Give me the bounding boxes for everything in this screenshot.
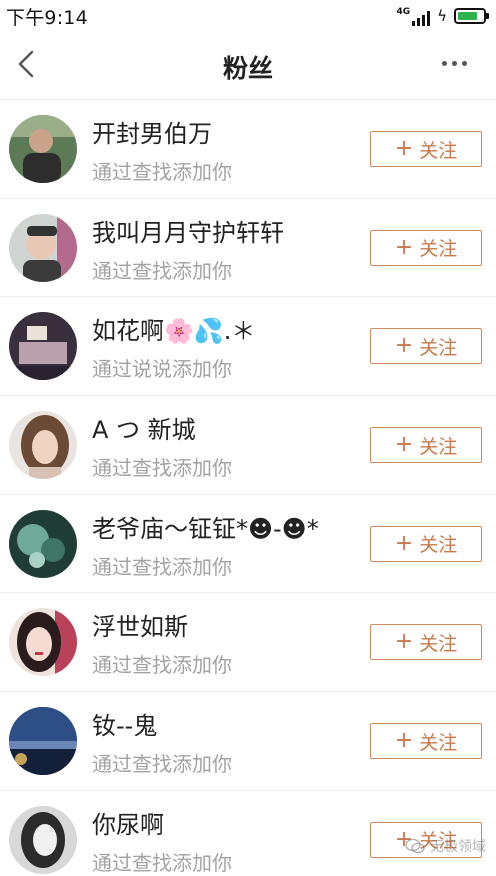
avatar[interactable] [9,411,77,480]
follower-name: 你尿啊 [92,810,164,839]
signal-icon [412,10,431,26]
watermark-text: 无极领域 [430,839,486,855]
follow-label: 关注 [419,139,458,162]
follow-button[interactable]: + 关注 [370,624,482,661]
more-dot [451,60,457,66]
avatar[interactable] [9,509,77,578]
list-item[interactable]: 浮世如斯 通过查找添加你 + 关注 [0,593,496,693]
follower-source: 通过查找添加你 [92,850,232,875]
follower-name: 老爷庙～钲钲*☻-☻* [92,514,319,543]
plus-icon: + [394,432,414,458]
battery-icon [454,8,489,24]
more-button[interactable] [434,48,474,78]
follower-name: 钕--鬼 [92,712,158,741]
avatar[interactable] [9,608,77,677]
status-icons: 4G ϟ [396,4,489,26]
avatar[interactable] [9,115,77,183]
follow-label: 关注 [419,238,458,261]
follower-source: 通过查找添加你 [92,554,232,579]
follow-button[interactable]: + 关注 [370,525,482,562]
list-item[interactable]: 开封男伯万 通过查找添加你 + 关注 [0,100,496,199]
status-bar: 下午9:14 4G ϟ [0,0,496,30]
follower-source: 通过查找添加你 [92,653,232,678]
follow-label: 关注 [419,435,458,458]
more-dot [461,60,467,66]
follower-source: 通过查找添加你 [92,160,232,184]
follow-button[interactable]: + 关注 [370,229,482,266]
follower-source: 通过查找添加你 [92,456,232,481]
watermark: 无极领域 [405,836,486,856]
follow-label: 关注 [419,336,458,359]
list-item[interactable]: 钕--鬼 通过查找添加你 + 关注 [0,692,496,791]
plus-icon: + [394,629,414,655]
follow-button[interactable]: + 关注 [370,131,482,167]
plus-icon: + [394,530,414,556]
list-item[interactable]: 你尿啊 通过查找添加你 + 关注 [0,791,496,876]
follow-button[interactable]: + 关注 [370,328,482,365]
list-item[interactable]: 老爷庙～钲钲*☻-☻* 通过查找添加你 + 关注 [0,495,496,594]
nav-bar: 粉丝 [0,30,496,100]
follower-name: 如花啊🌸💦.＊ [92,317,256,346]
follower-source: 通过查找添加你 [92,258,232,283]
follow-label: 关注 [419,632,458,655]
follow-label: 关注 [419,534,458,557]
status-time: 下午9:14 [6,7,88,29]
avatar[interactable] [9,805,77,874]
plus-icon: + [394,234,414,260]
follower-name: A つ 新城 [92,416,196,445]
plus-icon: + [394,136,414,161]
wechat-icon [405,838,425,854]
list-item[interactable]: A つ 新城 通过查找添加你 + 关注 [0,396,496,495]
list-item[interactable]: 我叫月月守护轩轩 通过查找添加你 + 关注 [0,199,496,298]
follower-source: 通过说说添加你 [92,357,232,382]
follower-name: 我叫月月守护轩轩 [92,218,284,247]
avatar[interactable] [9,707,77,776]
charging-icon: ϟ [437,7,447,25]
avatar[interactable] [9,213,77,282]
more-dots-icon [441,60,447,66]
list-item[interactable]: 如花啊🌸💦.＊ 通过说说添加你 + 关注 [0,297,496,397]
follow-button[interactable]: + 关注 [370,723,482,760]
plus-icon: + [394,728,414,754]
page-title: 粉丝 [222,54,273,83]
avatar[interactable] [9,312,77,381]
follow-button[interactable]: + 关注 [370,427,482,464]
follower-name: 浮世如斯 [92,613,188,642]
network-type: 4G [396,7,411,17]
follow-label: 关注 [419,731,458,754]
follower-list: 开封男伯万 通过查找添加你 + 关注 我叫月月守护轩轩 通过查找添加你 + 关注 如… [0,100,496,876]
follower-source: 通过查找添加你 [92,752,232,777]
follower-name: 开封男伯万 [92,120,212,148]
plus-icon: + [394,333,414,359]
